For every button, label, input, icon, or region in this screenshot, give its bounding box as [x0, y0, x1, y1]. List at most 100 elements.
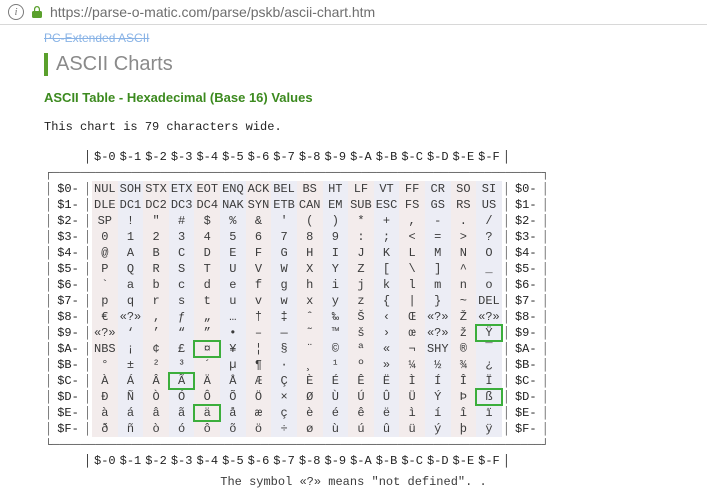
- ascii-cell: Ý: [425, 389, 451, 405]
- ascii-cell: 2: [143, 229, 169, 245]
- ascii-cell: C: [169, 245, 195, 261]
- ascii-cell: @: [92, 245, 118, 261]
- col-header: $-7: [271, 453, 297, 469]
- breadcrumb-prev[interactable]: PC-Extended ASCII: [44, 31, 663, 45]
- ascii-cell: ô: [194, 421, 220, 437]
- ascii-cell: ¶: [246, 357, 272, 373]
- ascii-cell: ö: [246, 421, 272, 437]
- ascii-cell: J: [348, 245, 374, 261]
- ascii-cell: h: [297, 277, 323, 293]
- sep: │: [502, 229, 511, 245]
- ascii-cell: ü: [399, 421, 425, 437]
- ascii-cell: ×: [271, 389, 297, 405]
- ascii-cell: DEL: [476, 293, 502, 309]
- ascii-cell: Ÿ: [476, 325, 502, 341]
- sep: │: [44, 181, 53, 197]
- sep: │: [502, 181, 511, 197]
- sep: │: [541, 373, 550, 389]
- ascii-cell: w: [271, 293, 297, 309]
- ascii-cell: „: [194, 309, 220, 325]
- corner: [541, 149, 550, 165]
- ascii-cell: «: [374, 341, 400, 357]
- col-header: $-F: [476, 453, 502, 469]
- ascii-cell: œ: [399, 325, 425, 341]
- ascii-cell: …: [220, 309, 246, 325]
- ascii-cell: .: [451, 213, 477, 229]
- sep: │: [83, 405, 92, 421]
- sep: │: [541, 325, 550, 341]
- ascii-cell: ó: [169, 421, 195, 437]
- ascii-cell: È: [297, 373, 323, 389]
- ascii-cell: BS: [297, 181, 323, 197]
- ascii-cell: ¤: [194, 341, 220, 357]
- row-label: $1-: [53, 197, 83, 213]
- sep: │: [44, 277, 53, 293]
- ascii-cell: «?»: [476, 309, 502, 325]
- table-rule: └───────────────────────────────────────…: [44, 437, 550, 453]
- col-header: $-5: [220, 453, 246, 469]
- ascii-cell: HT: [323, 181, 349, 197]
- ascii-cell: ®: [451, 341, 477, 357]
- sep: │: [44, 309, 53, 325]
- ascii-cell: «?»: [425, 325, 451, 341]
- ascii-cell: «?»: [92, 325, 118, 341]
- ascii-cell: Ú: [348, 389, 374, 405]
- ascii-cell: †: [246, 309, 272, 325]
- ascii-cell: ú: [348, 421, 374, 437]
- ascii-cell: ð: [92, 421, 118, 437]
- row-label: $8-: [511, 309, 541, 325]
- ascii-cell: Ç: [271, 373, 297, 389]
- sep: │: [502, 405, 511, 421]
- ascii-cell: ›: [374, 325, 400, 341]
- ascii-cell: SHY: [425, 341, 451, 357]
- ascii-cell: t: [194, 293, 220, 309]
- ascii-cell: «?»: [425, 309, 451, 325]
- ascii-cell: SYN: [246, 197, 272, 213]
- ascii-cell: v: [246, 293, 272, 309]
- row-label: $6-: [53, 277, 83, 293]
- row-label: $3-: [511, 229, 541, 245]
- ascii-cell: Y: [323, 261, 349, 277]
- row-label: $3-: [53, 229, 83, 245]
- ascii-cell: T: [194, 261, 220, 277]
- row-label: $D-: [511, 389, 541, 405]
- corner: [541, 453, 550, 469]
- ascii-cell: ETB: [271, 197, 297, 213]
- ascii-cell: _: [476, 261, 502, 277]
- ascii-cell: ä: [194, 405, 220, 421]
- sep: │: [541, 261, 550, 277]
- row-label: $9-: [511, 325, 541, 341]
- ascii-cell: Ò: [143, 389, 169, 405]
- ascii-cell: å: [220, 405, 246, 421]
- row-label: $5-: [53, 261, 83, 277]
- sep: │: [502, 309, 511, 325]
- sep: │: [44, 229, 53, 245]
- ascii-cell: þ: [451, 421, 477, 437]
- ascii-cell: ¦: [246, 341, 272, 357]
- sep: │: [541, 277, 550, 293]
- page-url[interactable]: https://parse-o-matic.com/parse/pskb/asc…: [50, 4, 375, 20]
- ascii-cell: S: [169, 261, 195, 277]
- ascii-cell: è: [297, 405, 323, 421]
- info-icon[interactable]: i: [8, 4, 24, 20]
- ascii-cell: û: [374, 421, 400, 437]
- sep: │: [44, 293, 53, 309]
- ascii-cell: V: [246, 261, 272, 277]
- sep: │: [44, 245, 53, 261]
- ascii-cell: b: [143, 277, 169, 293]
- col-header: $-4: [194, 453, 220, 469]
- col-header: $-3: [169, 149, 195, 165]
- ascii-cell: ¡: [118, 341, 144, 357]
- ascii-cell: DLE: [92, 197, 118, 213]
- ascii-cell: g: [271, 277, 297, 293]
- ascii-cell: e: [220, 277, 246, 293]
- spacer: [53, 149, 83, 165]
- ascii-cell: ': [271, 213, 297, 229]
- ascii-cell: c: [169, 277, 195, 293]
- ascii-cell: ˜: [297, 325, 323, 341]
- corner: [44, 149, 53, 165]
- ascii-cell: NUL: [92, 181, 118, 197]
- sep: │: [502, 293, 511, 309]
- col-header: $-2: [143, 149, 169, 165]
- ascii-cell: FF: [399, 181, 425, 197]
